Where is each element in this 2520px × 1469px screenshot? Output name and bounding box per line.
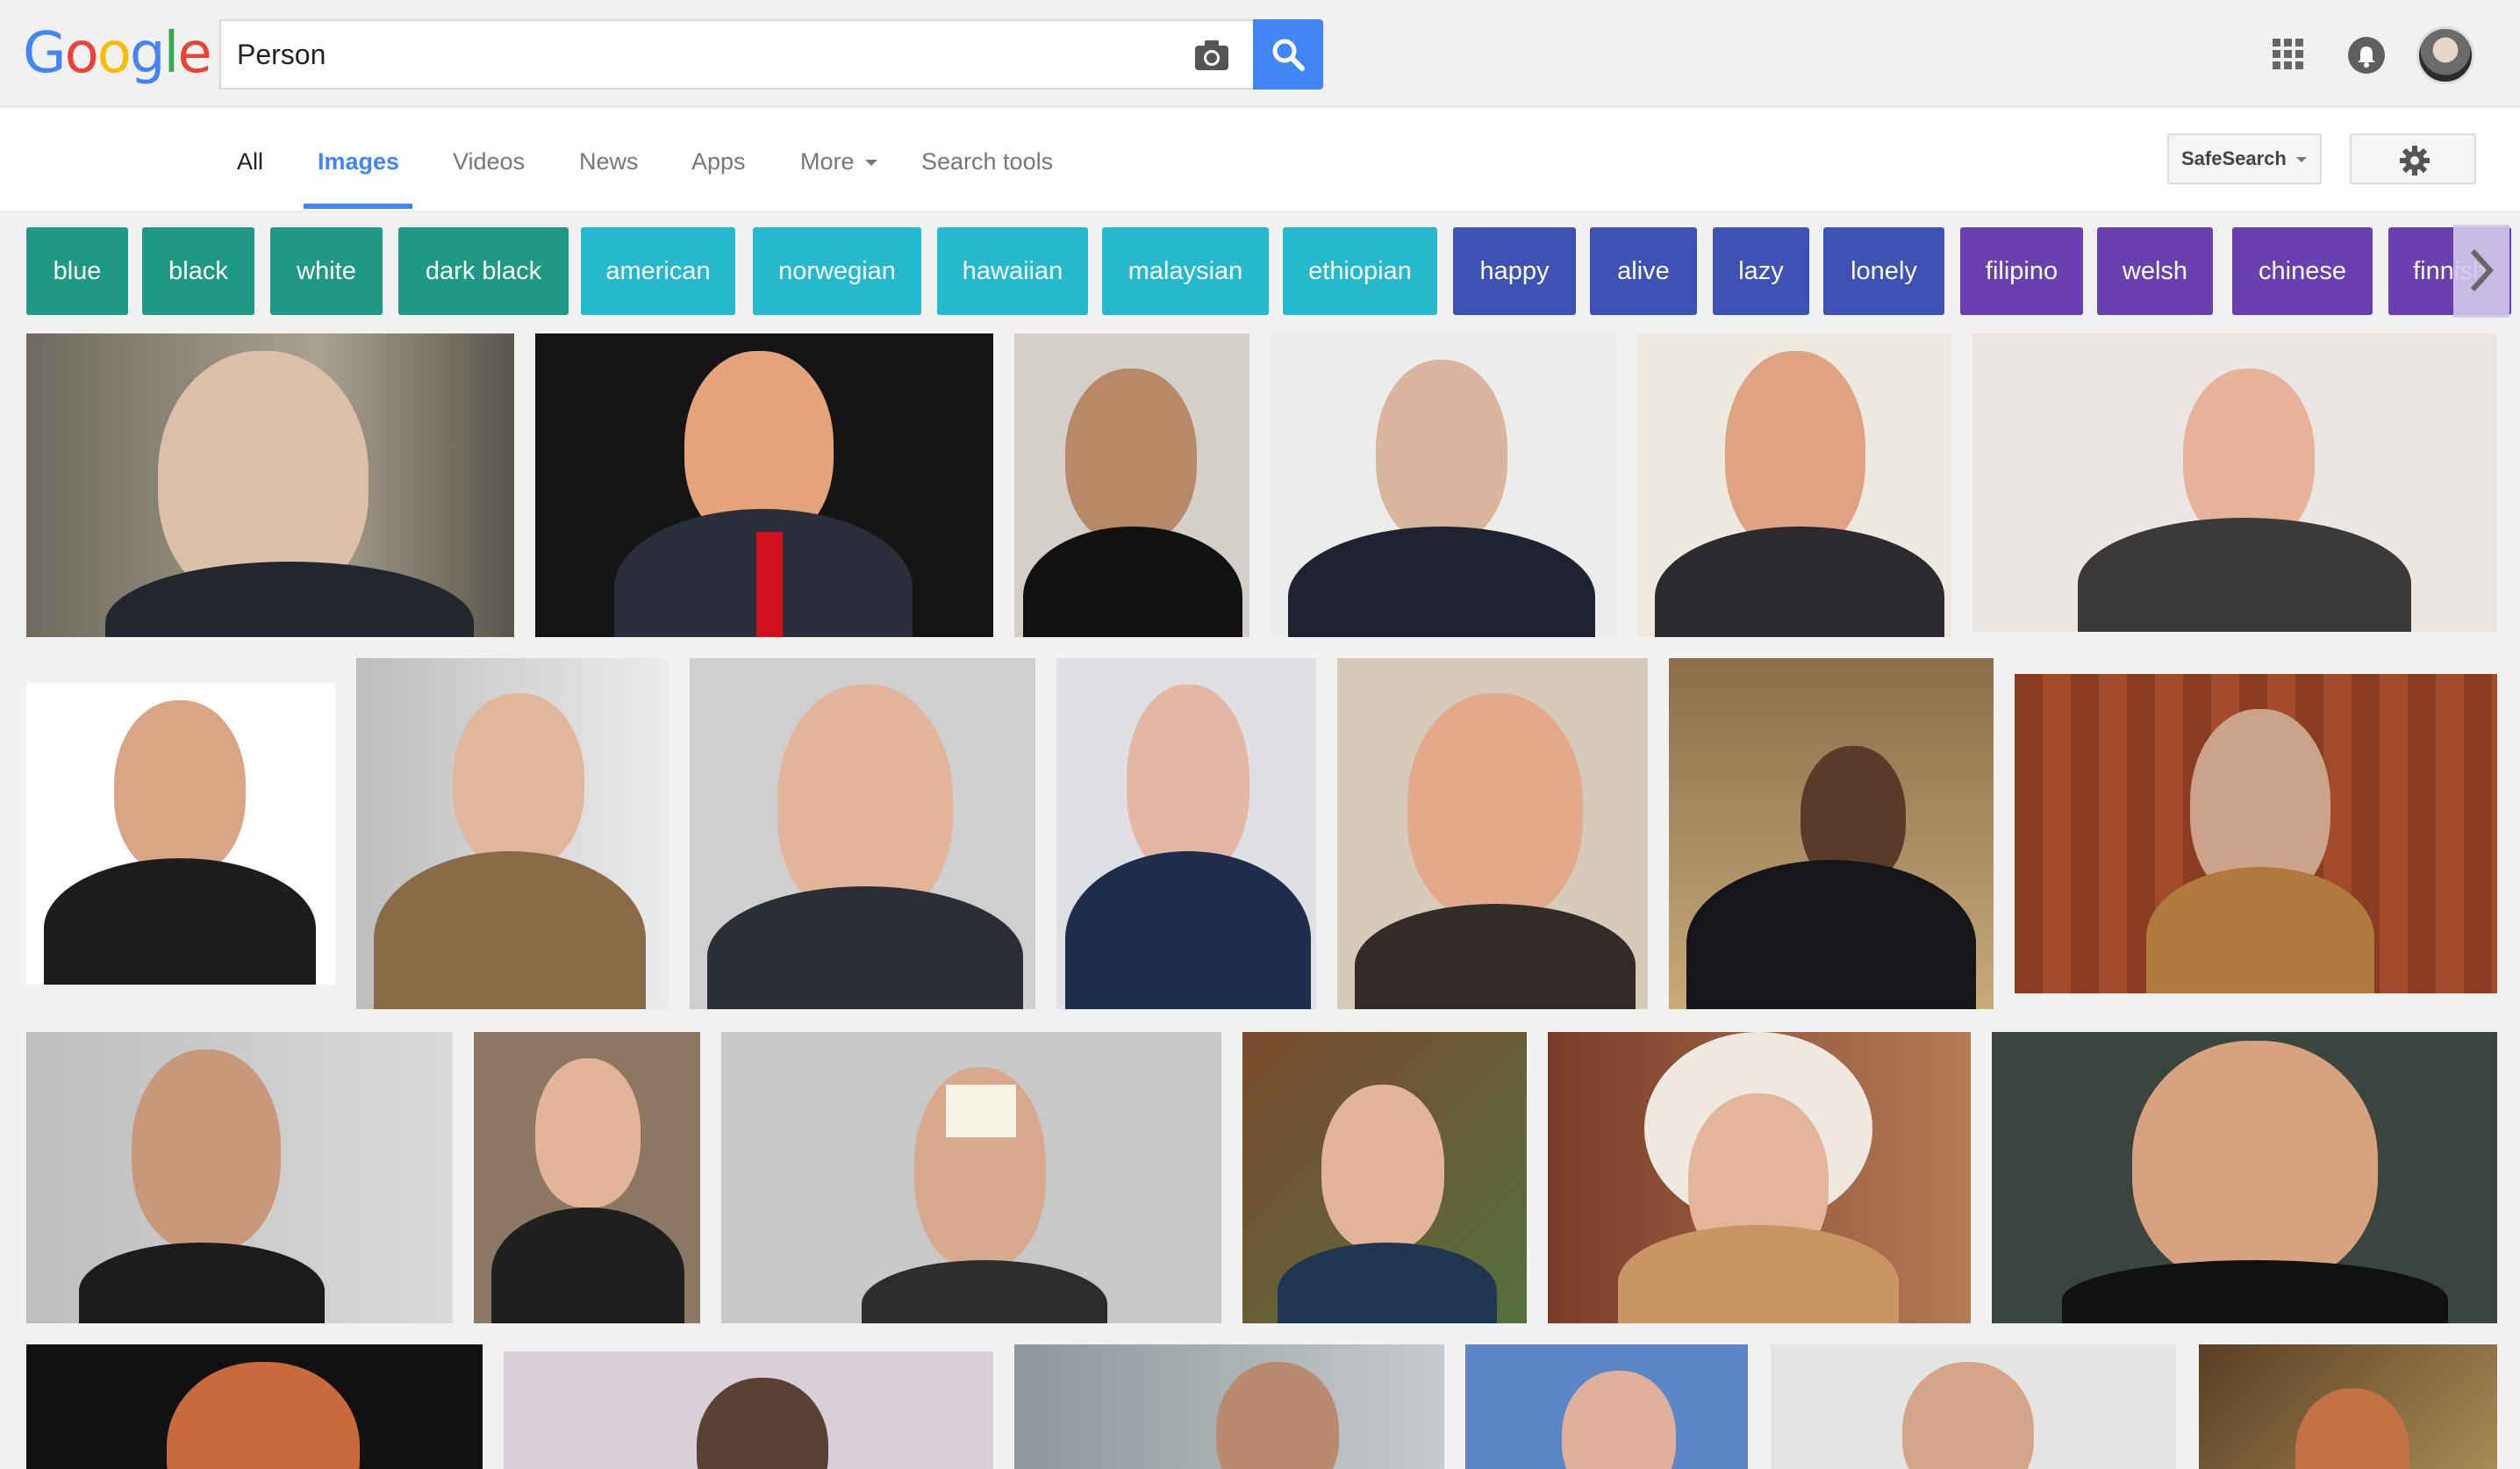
image-result[interactable]: [1056, 658, 1316, 1009]
image-result[interactable]: [1014, 1344, 1444, 1469]
search-button[interactable]: [1253, 19, 1323, 90]
image-result[interactable]: [1014, 333, 1249, 637]
notifications-icon[interactable]: [2348, 37, 2385, 74]
image-result[interactable]: [690, 658, 1035, 1009]
tab-more-label: More: [800, 148, 855, 175]
image-result[interactable]: [26, 683, 335, 985]
apps-grid-icon[interactable]: [2273, 39, 2304, 70]
account-avatar[interactable]: [2416, 26, 2474, 84]
active-tab-indicator: [304, 204, 412, 209]
chip-blue[interactable]: blue: [26, 227, 128, 315]
image-result[interactable]: [1465, 1344, 1748, 1469]
chip-black[interactable]: black: [142, 227, 254, 315]
google-logo[interactable]: Google: [23, 23, 212, 84]
chip-american[interactable]: american: [581, 227, 735, 315]
tab-images[interactable]: Images: [318, 144, 399, 179]
image-result[interactable]: [721, 1032, 1221, 1323]
image-result[interactable]: [1669, 658, 1994, 1009]
chip-filipino[interactable]: filipino: [1960, 227, 2083, 315]
chevron-right-icon: [2470, 248, 2494, 292]
image-result[interactable]: [1972, 333, 2497, 632]
gear-icon: [2400, 146, 2430, 176]
chip-hawaiian[interactable]: hawaiian: [937, 227, 1088, 315]
top-header: Google Person: [0, 0, 2520, 107]
tab-apps[interactable]: Apps: [691, 144, 746, 179]
image-result[interactable]: [1548, 1032, 1971, 1323]
search-input[interactable]: Person: [219, 19, 1253, 90]
chip-lonely[interactable]: lonely: [1823, 227, 1944, 315]
chip-lazy[interactable]: lazy: [1713, 227, 1809, 315]
image-result[interactable]: [2015, 674, 2497, 993]
chip-dark-black[interactable]: dark black: [398, 227, 569, 315]
image-result[interactable]: [1637, 333, 1951, 637]
image-result[interactable]: [26, 1344, 483, 1469]
chip-norwegian[interactable]: norwegian: [753, 227, 921, 315]
chip-happy[interactable]: happy: [1453, 227, 1576, 315]
chip-welsh[interactable]: welsh: [2097, 227, 2213, 315]
image-result[interactable]: [1271, 333, 1616, 637]
image-result[interactable]: [356, 658, 669, 1009]
camera-icon[interactable]: [1193, 39, 1230, 72]
settings-button[interactable]: [2350, 133, 2476, 184]
dropdown-arrow-icon: [2295, 156, 2307, 162]
image-result[interactable]: [535, 333, 993, 637]
chips-next-button[interactable]: [2453, 225, 2509, 318]
search-tools-button[interactable]: Search tools: [921, 144, 1053, 179]
image-result[interactable]: [1242, 1032, 1527, 1323]
chip-ethiopian[interactable]: ethiopian: [1283, 227, 1437, 315]
chip-chinese[interactable]: chinese: [2232, 227, 2373, 315]
safesearch-button[interactable]: SafeSearch: [2167, 133, 2322, 184]
tab-all[interactable]: All: [237, 144, 263, 179]
image-result[interactable]: [474, 1032, 700, 1323]
chip-white[interactable]: white: [270, 227, 383, 315]
related-searches-strip: blue black white dark black american nor…: [0, 225, 2520, 318]
dropdown-arrow-icon: [865, 159, 878, 166]
search-tabs-bar: All Images Videos News Apps More Search …: [0, 109, 2520, 212]
image-result[interactable]: [1337, 658, 1648, 1009]
image-result[interactable]: [504, 1351, 993, 1469]
image-result[interactable]: [2199, 1344, 2497, 1469]
image-result[interactable]: [26, 333, 514, 637]
safesearch-label: SafeSearch: [2181, 147, 2287, 169]
chip-alive[interactable]: alive: [1590, 227, 1697, 315]
tab-news[interactable]: News: [579, 144, 639, 179]
tab-videos[interactable]: Videos: [453, 144, 525, 179]
image-result[interactable]: [26, 1032, 453, 1323]
image-result[interactable]: [1992, 1032, 2497, 1323]
search-query-text[interactable]: Person: [237, 21, 326, 88]
tab-more[interactable]: More: [800, 144, 878, 179]
image-result[interactable]: [1771, 1344, 2176, 1469]
chip-malaysian[interactable]: malaysian: [1102, 227, 1269, 315]
